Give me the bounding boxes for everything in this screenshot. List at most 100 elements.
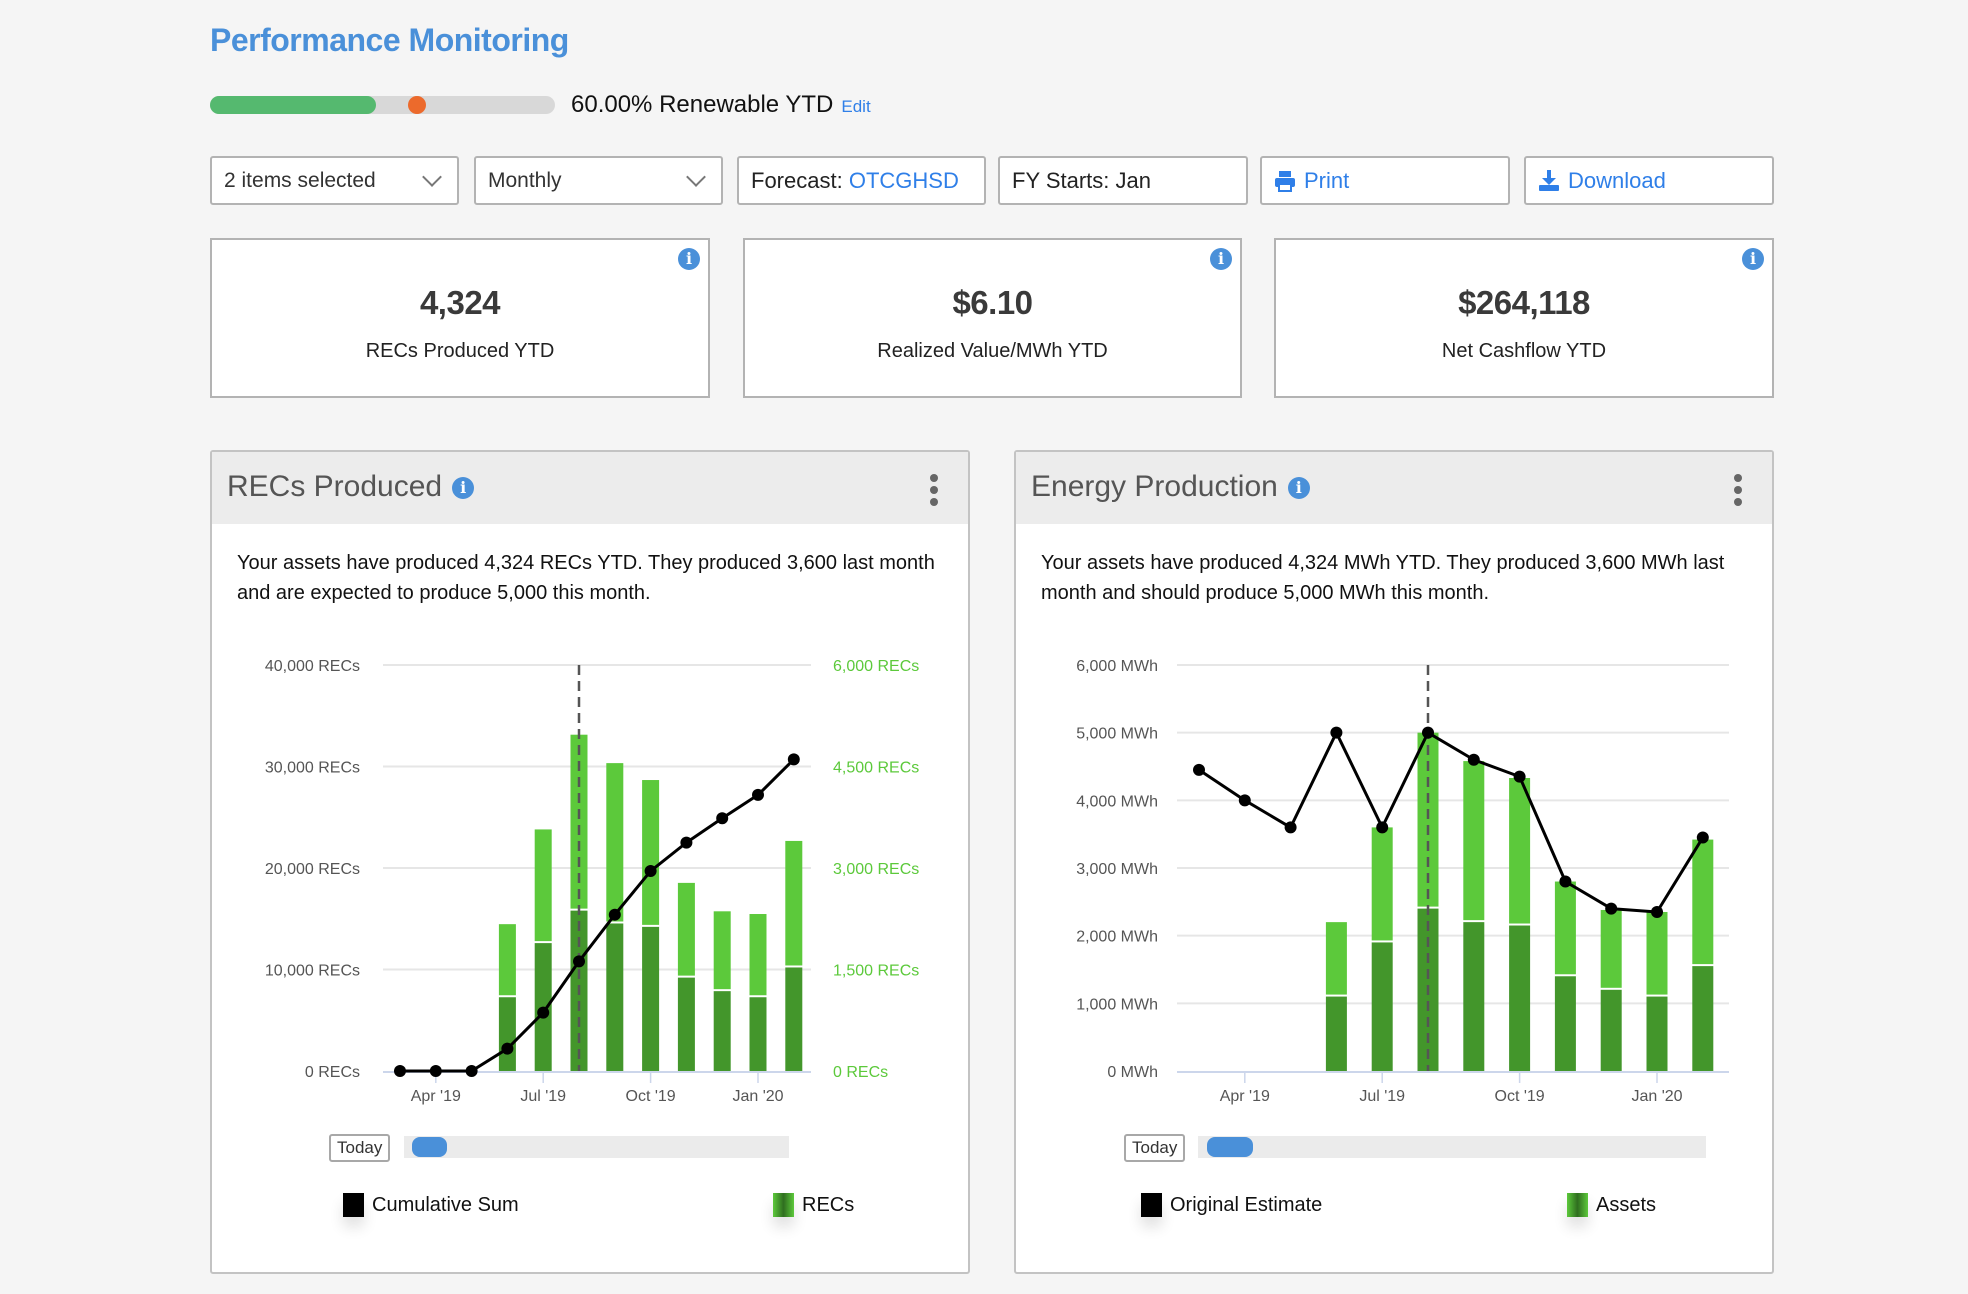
data-point [1193, 763, 1205, 776]
bar-segment-lower [1646, 996, 1668, 1071]
bar-segment-lower [1509, 925, 1531, 1071]
print-button[interactable]: Print [1260, 156, 1510, 205]
download-button[interactable]: Download [1524, 156, 1774, 205]
data-point [752, 788, 764, 801]
bar-segment-upper [1463, 761, 1485, 921]
x-axis-tick-label: Jan '20 [1631, 1088, 1682, 1105]
recs-chart: 0 RECs 10,000 RECs 20,000 RECs 30,000 RECs 4… [265, 658, 919, 1105]
data-point [1467, 753, 1480, 766]
bar-segment-upper [1554, 881, 1576, 975]
bar-segment-upper [1509, 778, 1531, 924]
y-axis-left-tick-label: 2,000 MWh [1076, 929, 1158, 946]
range-navigator[interactable] [404, 1136, 789, 1158]
data-point [644, 865, 657, 878]
data-point [1605, 902, 1618, 915]
bar-segment-upper [749, 914, 767, 996]
items-select-value: 2 items selected [224, 168, 376, 192]
info-icon[interactable]: i [678, 248, 700, 270]
range-handle[interactable] [412, 1137, 447, 1157]
renewable-target-marker [408, 96, 426, 114]
kpi-label: Net Cashflow YTD [1441, 340, 1607, 362]
kpi-value: $6.10 [952, 284, 1033, 321]
bar-segment-lower [785, 967, 803, 1071]
legend-item-recs[interactable]: RECs [773, 1193, 854, 1217]
period-select[interactable]: Monthly [474, 156, 723, 205]
data-point [537, 1006, 550, 1019]
series-line [1198, 731, 1705, 914]
edit-link[interactable]: Edit [841, 97, 870, 116]
legend-item-cumulative-sum[interactable]: Cumulative Sum [343, 1193, 519, 1217]
range-navigator[interactable] [1198, 1136, 1706, 1158]
download-label: Download [1568, 167, 1666, 193]
chevron-down-icon [422, 166, 442, 187]
bar-segment-lower [642, 926, 660, 1071]
legend-swatch [773, 1193, 794, 1217]
chevron-down-icon [686, 166, 706, 187]
bar-segment-lower [1371, 942, 1393, 1071]
energy-chart: 0 MWh 1,000 MWh 2,000 MWh 3,000 MWh 4,000 MW… [1076, 658, 1729, 1105]
info-icon[interactable]: i [1210, 248, 1232, 270]
y-axis-left-tick-label: 3,000 MWh [1076, 861, 1158, 878]
y-axis-right-tick-label: 1,500 RECs [833, 963, 919, 980]
today-button[interactable]: Today [1124, 1134, 1186, 1162]
bar-segment-lower [713, 991, 731, 1071]
renewable-status: 60.00% Renewable YTD Edit [571, 91, 871, 119]
y-axis-left-tick-label: 30,000 RECs [265, 760, 360, 777]
legend-item-original-estimate[interactable]: Original Estimate [1141, 1193, 1322, 1217]
data-point [1696, 831, 1709, 844]
info-icon[interactable]: i [1742, 248, 1764, 270]
bar-segment-lower [749, 997, 767, 1071]
y-axis-left-tick-label: 4,000 MWh [1076, 793, 1158, 810]
forecast-button[interactable]: Forecast: OTCGHSD [737, 156, 986, 205]
renewable-progress-bar [210, 96, 555, 114]
data-point [394, 1065, 406, 1077]
x-axis-tick-label: Apr '19 [411, 1088, 461, 1105]
data-point [1238, 794, 1251, 807]
legend-label: Cumulative Sum [372, 1193, 519, 1216]
data-point [680, 836, 693, 849]
kpi-label: RECs Produced YTD [365, 340, 555, 362]
download-icon [1539, 169, 1559, 191]
y-axis-left-tick-label: 6,000 MWh [1076, 658, 1158, 675]
x-axis-tick-label: Apr '19 [1220, 1088, 1270, 1105]
y-axis-left-tick-label: 10,000 RECs [265, 963, 360, 980]
bar-segment-upper [642, 780, 660, 925]
bar-segment-upper [1692, 839, 1714, 965]
x-axis-tick-label: Oct '19 [1495, 1088, 1545, 1105]
y-axis-left-tick-label: 40,000 RECs [265, 658, 360, 675]
fy-starts-label: FY Starts: Jan [1012, 167, 1151, 193]
kpi-card-cashflow: i $264,118 Net Cashflow YTD [1274, 238, 1774, 398]
legend-item-assets[interactable]: Assets [1567, 1193, 1656, 1217]
items-select[interactable]: 2 items selected [210, 156, 459, 205]
kpi-card-value: i $6.10 Realized Value/MWh YTD [743, 238, 1242, 398]
y-axis-left-tick-label: 20,000 RECs [265, 861, 360, 878]
x-axis-tick-label: Jan '20 [732, 1088, 783, 1105]
kpi-value: $264,118 [1458, 284, 1590, 321]
data-point [1330, 726, 1343, 739]
fy-starts-button[interactable]: FY Starts: Jan [998, 156, 1248, 205]
bar-segment-lower [1325, 996, 1347, 1071]
bar-segment-lower [1600, 989, 1622, 1071]
kpi-value: 4,324 [419, 284, 501, 321]
y-axis-right-tick-label: 3,000 RECs [833, 861, 919, 878]
bar-segment-upper [1600, 909, 1622, 988]
x-axis-tick-label: Jul '19 [520, 1088, 566, 1105]
kpi-label: Realized Value/MWh YTD [877, 340, 1108, 362]
data-point [787, 753, 800, 766]
bar-segment-lower [606, 923, 624, 1071]
bar-segment-lower [677, 977, 695, 1071]
range-handle[interactable] [1207, 1137, 1253, 1157]
bar-segment-lower [1463, 922, 1485, 1071]
x-axis-tick-label: Jul '19 [1359, 1088, 1405, 1105]
recs-produced-panel: RECs Produced i Your assets have produced… [210, 450, 970, 1274]
energy-production-panel: Energy Production i Your assets have prod… [1014, 450, 1774, 1274]
bar-segment-upper [498, 924, 516, 996]
legend-swatch [1141, 1193, 1162, 1217]
data-point [1422, 726, 1434, 739]
y-axis-right-tick-label: 6,000 RECs [833, 658, 919, 675]
bar-segment-upper [713, 911, 731, 990]
today-button[interactable]: Today [329, 1134, 391, 1162]
period-select-value: Monthly [488, 168, 562, 192]
bar-segment-upper [785, 840, 803, 966]
data-point [1651, 905, 1663, 918]
